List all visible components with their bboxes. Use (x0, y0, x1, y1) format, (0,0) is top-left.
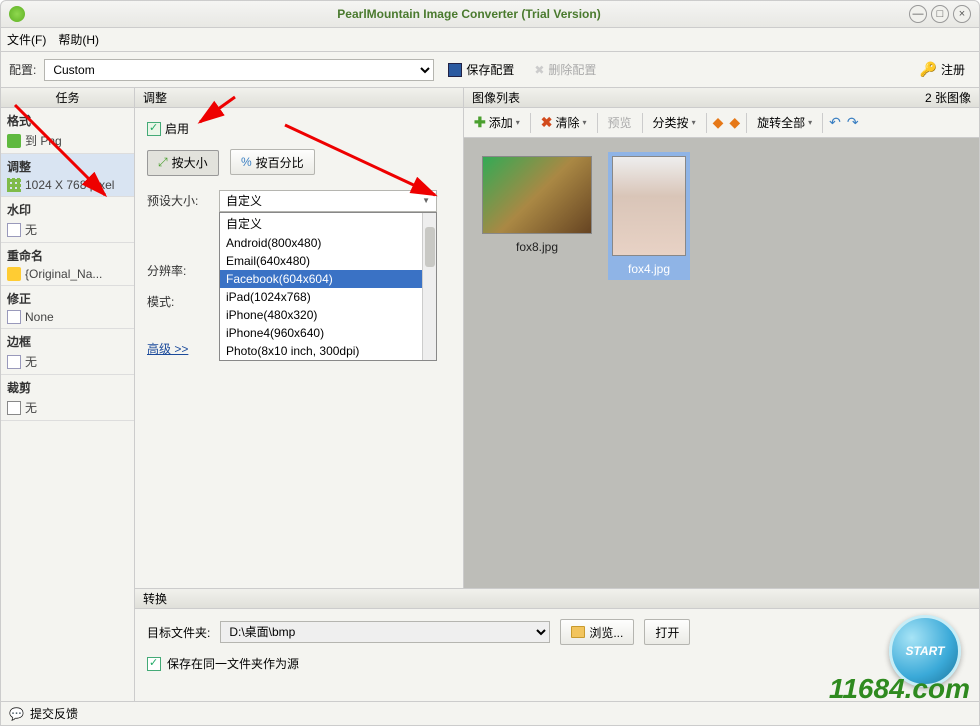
arrow-right-icon[interactable]: ◆ (729, 114, 740, 131)
rename-icon (7, 267, 21, 281)
sidebar-header: 任务 (1, 88, 134, 108)
thumbnail-item[interactable]: fox8.jpg (478, 152, 596, 258)
menubar: 文件(F) 帮助(H) (0, 28, 980, 52)
undo-icon[interactable]: ↶ (829, 114, 841, 131)
preset-option[interactable]: 自定义 (220, 213, 436, 234)
image-list-panel: 图像列表 2 张图像 ✚添加▾ ✖清除▾ 预览 分类按▾ ◆ ◆ 旋转全部▾ (464, 88, 979, 588)
menu-file[interactable]: 文件(F) (7, 31, 46, 48)
same-folder-label: 保存在同一文件夹作为源 (167, 655, 299, 672)
thumbnail-item[interactable]: fox4.jpg (608, 152, 690, 280)
same-folder-checkbox[interactable] (147, 657, 161, 671)
image-list-header: 图像列表 2 张图像 (464, 88, 979, 108)
folder-icon (571, 626, 585, 638)
plus-icon: ✚ (474, 114, 486, 131)
resize-header: 调整 (135, 88, 463, 108)
config-preset-select[interactable]: Custom (44, 59, 434, 81)
advanced-link[interactable]: 高级 >> (147, 342, 188, 356)
preset-option[interactable]: Photo(8x10 inch, 300dpi) (220, 342, 436, 360)
resize-panel: 调整 启用 ⤢ 按大小 % 按百分比 (135, 88, 464, 588)
add-button[interactable]: ✚添加▾ (470, 112, 524, 133)
preset-dropdown-list: 自定义 Android(800x480) Email(640x480) Face… (219, 212, 437, 361)
correct-icon (7, 310, 21, 324)
preset-option[interactable]: Facebook(604x604) (220, 270, 436, 288)
percent-icon: % (241, 155, 252, 169)
menu-help[interactable]: 帮助(H) (58, 31, 99, 48)
by-percent-button[interactable]: % 按百分比 (230, 149, 315, 175)
chevron-down-icon: ▾ (808, 118, 812, 127)
open-button[interactable]: 打开 (644, 619, 690, 645)
by-size-button[interactable]: ⤢ 按大小 (147, 150, 219, 176)
target-folder-label: 目标文件夹: (147, 624, 210, 641)
image-list-toolbar: ✚添加▾ ✖清除▾ 预览 分类按▾ ◆ ◆ 旋转全部▾ ↶ ↷ (464, 108, 979, 138)
preset-option[interactable]: iPhone4(960x640) (220, 324, 436, 342)
feedback-link[interactable]: 提交反馈 (30, 705, 78, 722)
close-button[interactable]: × (953, 5, 971, 23)
resize-icon (7, 178, 21, 192)
preset-option[interactable]: Email(640x480) (220, 252, 436, 270)
preset-label: 预设大小: (147, 192, 207, 209)
preview-button[interactable]: 预览 (604, 112, 636, 133)
sort-button[interactable]: 分类按▾ (649, 112, 700, 133)
save-config-button[interactable]: 保存配置 (442, 58, 520, 82)
preset-option[interactable]: Android(800x480) (220, 234, 436, 252)
statusbar: 💬 提交反馈 (0, 702, 980, 726)
browse-button[interactable]: 浏览... (560, 619, 634, 645)
chevron-down-icon: ▾ (516, 118, 520, 127)
feedback-icon: 💬 (9, 707, 24, 721)
sidebar-item-rename[interactable]: 重命名 {Original_Na... (1, 243, 134, 286)
register-button[interactable]: 🔑 注册 (914, 58, 971, 82)
preset-dropdown[interactable]: 自定义 ▼ 自定义 Android(800x480) Email(640x480… (219, 190, 437, 212)
sidebar-item-correct[interactable]: 修正 None (1, 286, 134, 329)
thumbnail-image (612, 156, 686, 256)
sidebar-item-border[interactable]: 边框 无 (1, 329, 134, 375)
main-area: 任务 格式 到 Png 调整 1024 X 768 pixel 水印 无 重命名… (0, 88, 980, 702)
clear-button[interactable]: ✖清除▾ (537, 112, 591, 133)
border-icon (7, 355, 21, 369)
chevron-down-icon: ▾ (583, 118, 587, 127)
sidebar-item-crop[interactable]: 裁剪 无 (1, 375, 134, 421)
enable-label: 启用 (165, 120, 189, 137)
chevron-down-icon: ▾ (692, 118, 696, 127)
expand-icon: ⤢ (158, 155, 168, 170)
thumbnail-image (482, 156, 592, 234)
convert-panel: 转换 目标文件夹: D:\桌面\bmp 浏览... 打开 保存在同一文件夹作为源… (135, 588, 979, 701)
redo-icon[interactable]: ↷ (847, 114, 859, 131)
chevron-down-icon: ▼ (422, 196, 430, 205)
mode-label: 模式: (147, 293, 207, 310)
preset-option[interactable]: iPad(1024x768) (220, 288, 436, 306)
target-folder-select[interactable]: D:\桌面\bmp (220, 621, 550, 643)
watermark-icon (7, 223, 21, 237)
preset-option[interactable]: iPhone(480x320) (220, 306, 436, 324)
dropdown-scrollbar[interactable] (422, 213, 436, 360)
convert-header: 转换 (135, 589, 979, 609)
delete-config-button[interactable]: ✖ 删除配置 (528, 58, 602, 82)
config-toolbar: 配置: Custom 保存配置 ✖ 删除配置 🔑 注册 (0, 52, 980, 88)
save-icon (448, 63, 462, 77)
maximize-button[interactable]: □ (931, 5, 949, 23)
sidebar-item-resize[interactable]: 调整 1024 X 768 pixel (1, 154, 134, 197)
delete-icon: ✖ (534, 63, 544, 77)
sidebar-item-format[interactable]: 格式 到 Png (1, 108, 134, 154)
arrow-left-icon[interactable]: ◆ (713, 114, 724, 131)
sidebar-item-watermark[interactable]: 水印 无 (1, 197, 134, 243)
window-title: PearlMountain Image Converter (Trial Ver… (33, 7, 905, 21)
x-icon: ✖ (541, 114, 553, 131)
format-icon (7, 134, 21, 148)
minimize-button[interactable]: — (909, 5, 927, 23)
resolution-label: 分辨率: (147, 262, 207, 279)
enable-checkbox[interactable] (147, 122, 161, 136)
titlebar: PearlMountain Image Converter (Trial Ver… (0, 0, 980, 28)
rotate-button[interactable]: 旋转全部▾ (753, 112, 816, 133)
thumbnails-area[interactable]: fox8.jpg fox4.jpg (464, 138, 979, 588)
start-button[interactable]: START (889, 615, 961, 687)
image-count: 2 张图像 (925, 88, 971, 107)
key-icon: 🔑 (920, 61, 937, 78)
config-label: 配置: (9, 61, 36, 78)
app-icon (9, 6, 25, 22)
sidebar: 任务 格式 到 Png 调整 1024 X 768 pixel 水印 无 重命名… (1, 88, 135, 701)
crop-icon (7, 401, 21, 415)
